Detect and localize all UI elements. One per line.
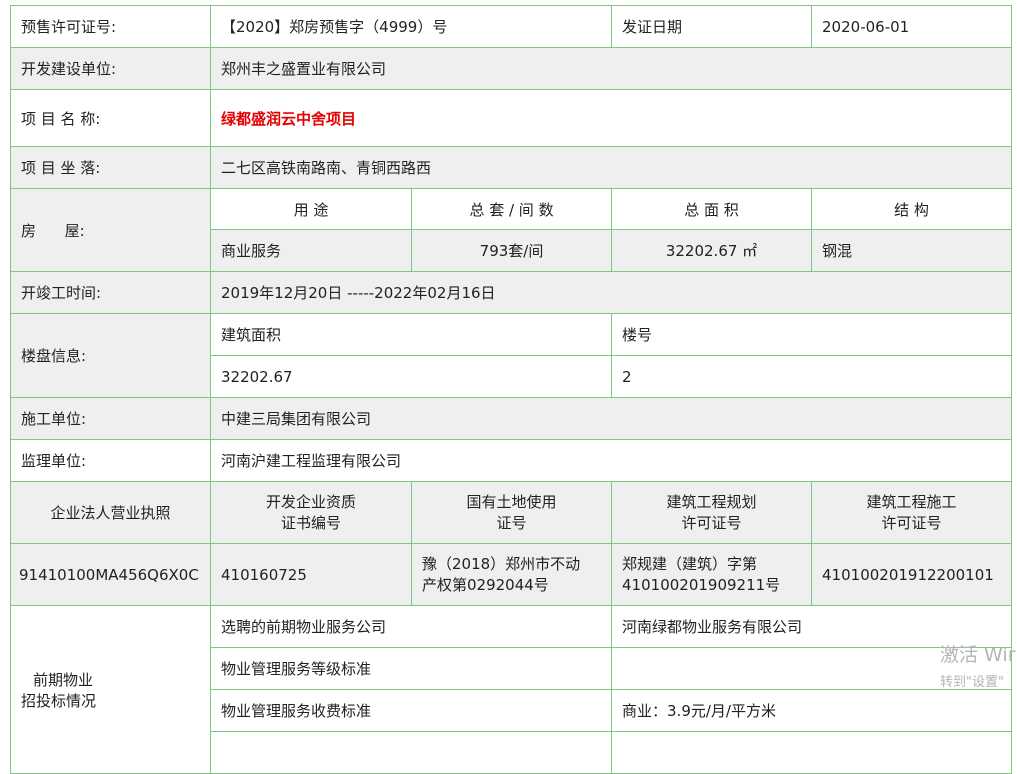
housing-header-structure: 结 构 [811, 188, 1013, 230]
watermark-line2: 转到"设置" [940, 675, 1004, 690]
activation-watermark: 激活 Wir 转到"设置" [940, 640, 1016, 690]
housing-header-area: 总 面 积 [611, 188, 813, 230]
housing-label: 房 屋: [10, 188, 211, 272]
permit-row: 预售许可证号: 【2020】郑房预售字（4999）号 发证日期 2020-06-… [10, 5, 1013, 48]
developer-value: 郑州丰之盛置业有限公司 [209, 47, 1013, 90]
business-license-label: 企业法人营业执照 [10, 481, 211, 544]
location-row: 项 目 坐 落: 二七区高铁南路南、青铜西路西 [10, 146, 1013, 189]
location-label: 项 目 坐 落: [10, 146, 211, 189]
property-level-label: 物业管理服务等级标准 [209, 647, 613, 690]
qualification-value: 410160725 [210, 543, 412, 606]
property-company-row: 前期物业 招投标情况 选聘的前期物业服务公司 河南绿都物业服务有限公司 [10, 605, 1013, 774]
land-use-header: 国有土地使用 证号 [410, 481, 613, 544]
location-value: 二七区高铁南路南、青铜西路西 [209, 146, 1013, 189]
contractor-value: 中建三局集团有限公司 [209, 397, 1013, 440]
permit-label: 预售许可证号: [10, 5, 211, 48]
property-company-label: 选聘的前期物业服务公司 [209, 605, 613, 648]
building-number-value: 2 [611, 355, 1013, 398]
license-value-row: 91410100MA456Q6X0C 410160725 豫（2018）郑州市不… [10, 543, 1013, 606]
construction-period-row: 开竣工时间: 2019年12月20日 -----2022年02月16日 [10, 271, 1013, 314]
housing-units-value: 793套/间 [410, 229, 613, 272]
housing-usage-value: 商业服务 [210, 229, 412, 272]
building-area-value: 32202.67 [209, 355, 613, 398]
building-header-row: 楼盘信息: 建筑面积 楼号 [10, 313, 1013, 398]
supervisor-value: 河南沪建工程监理有限公司 [209, 439, 1013, 482]
business-license-value: 91410100MA456Q6X0C [10, 543, 211, 606]
qualification-header: 开发企业资质 证书编号 [210, 481, 412, 544]
presale-info-table: 预售许可证号: 【2020】郑房预售字（4999）号 发证日期 2020-06-… [10, 5, 1013, 774]
construction-period-label: 开竣工时间: [10, 271, 211, 314]
housing-header-row: 房 屋: 用 途 总 套 / 间 数 总 面 积 结 构 [10, 188, 1013, 272]
housing-header-units: 总 套 / 间 数 [410, 188, 613, 230]
planning-permit-header: 建筑工程规划 许可证号 [611, 481, 813, 544]
building-area-label: 建筑面积 [209, 313, 613, 356]
contractor-label: 施工单位: [10, 397, 211, 440]
supervisor-label: 监理单位: [10, 439, 211, 482]
project-name-value: 绿都盛润云中舍项目 [209, 89, 1013, 147]
construction-permit-header: 建筑工程施工 许可证号 [811, 481, 1013, 544]
construction-period-value: 2019年12月20日 -----2022年02月16日 [209, 271, 1013, 314]
license-header-row: 企业法人营业执照 开发企业资质 证书编号 国有土地使用 证号 建筑工程规划 许可证号 … [10, 481, 1013, 544]
property-fee-label: 物业管理服务收费标准 [209, 689, 613, 732]
housing-area-value: 32202.67 ㎡ [611, 229, 813, 272]
project-name-label: 项 目 名 称: [10, 89, 211, 147]
building-label: 楼盘信息: [10, 313, 211, 398]
project-name-row: 项 目 名 称: 绿都盛润云中舍项目 [10, 89, 1013, 147]
property-mgmt-label: 前期物业 招投标情况 [10, 605, 211, 774]
property-fee-value: 商业：3.9元/月/平方米 [611, 689, 1013, 732]
contractor-row: 施工单位: 中建三局集团有限公司 [10, 397, 1013, 440]
developer-row: 开发建设单位: 郑州丰之盛置业有限公司 [10, 47, 1013, 90]
developer-label: 开发建设单位: [10, 47, 211, 90]
planning-permit-value: 郑规建（建筑）字第 410100201909211号 [611, 543, 813, 606]
issue-date-label: 发证日期 [611, 5, 813, 48]
construction-permit-value: 410100201912200101 [811, 543, 1013, 606]
building-number-label: 楼号 [611, 313, 1013, 356]
housing-structure-value: 钢混 [811, 229, 1013, 272]
permit-number: 【2020】郑房预售字（4999）号 [209, 5, 613, 48]
housing-header-usage: 用 途 [210, 188, 412, 230]
issue-date-value: 2020-06-01 [811, 5, 1013, 48]
land-use-value: 豫（2018）郑州市不动 产权第0292044号 [410, 543, 613, 606]
watermark-line1: 激活 Wir [940, 644, 1016, 666]
supervisor-row: 监理单位: 河南沪建工程监理有限公司 [10, 439, 1013, 482]
